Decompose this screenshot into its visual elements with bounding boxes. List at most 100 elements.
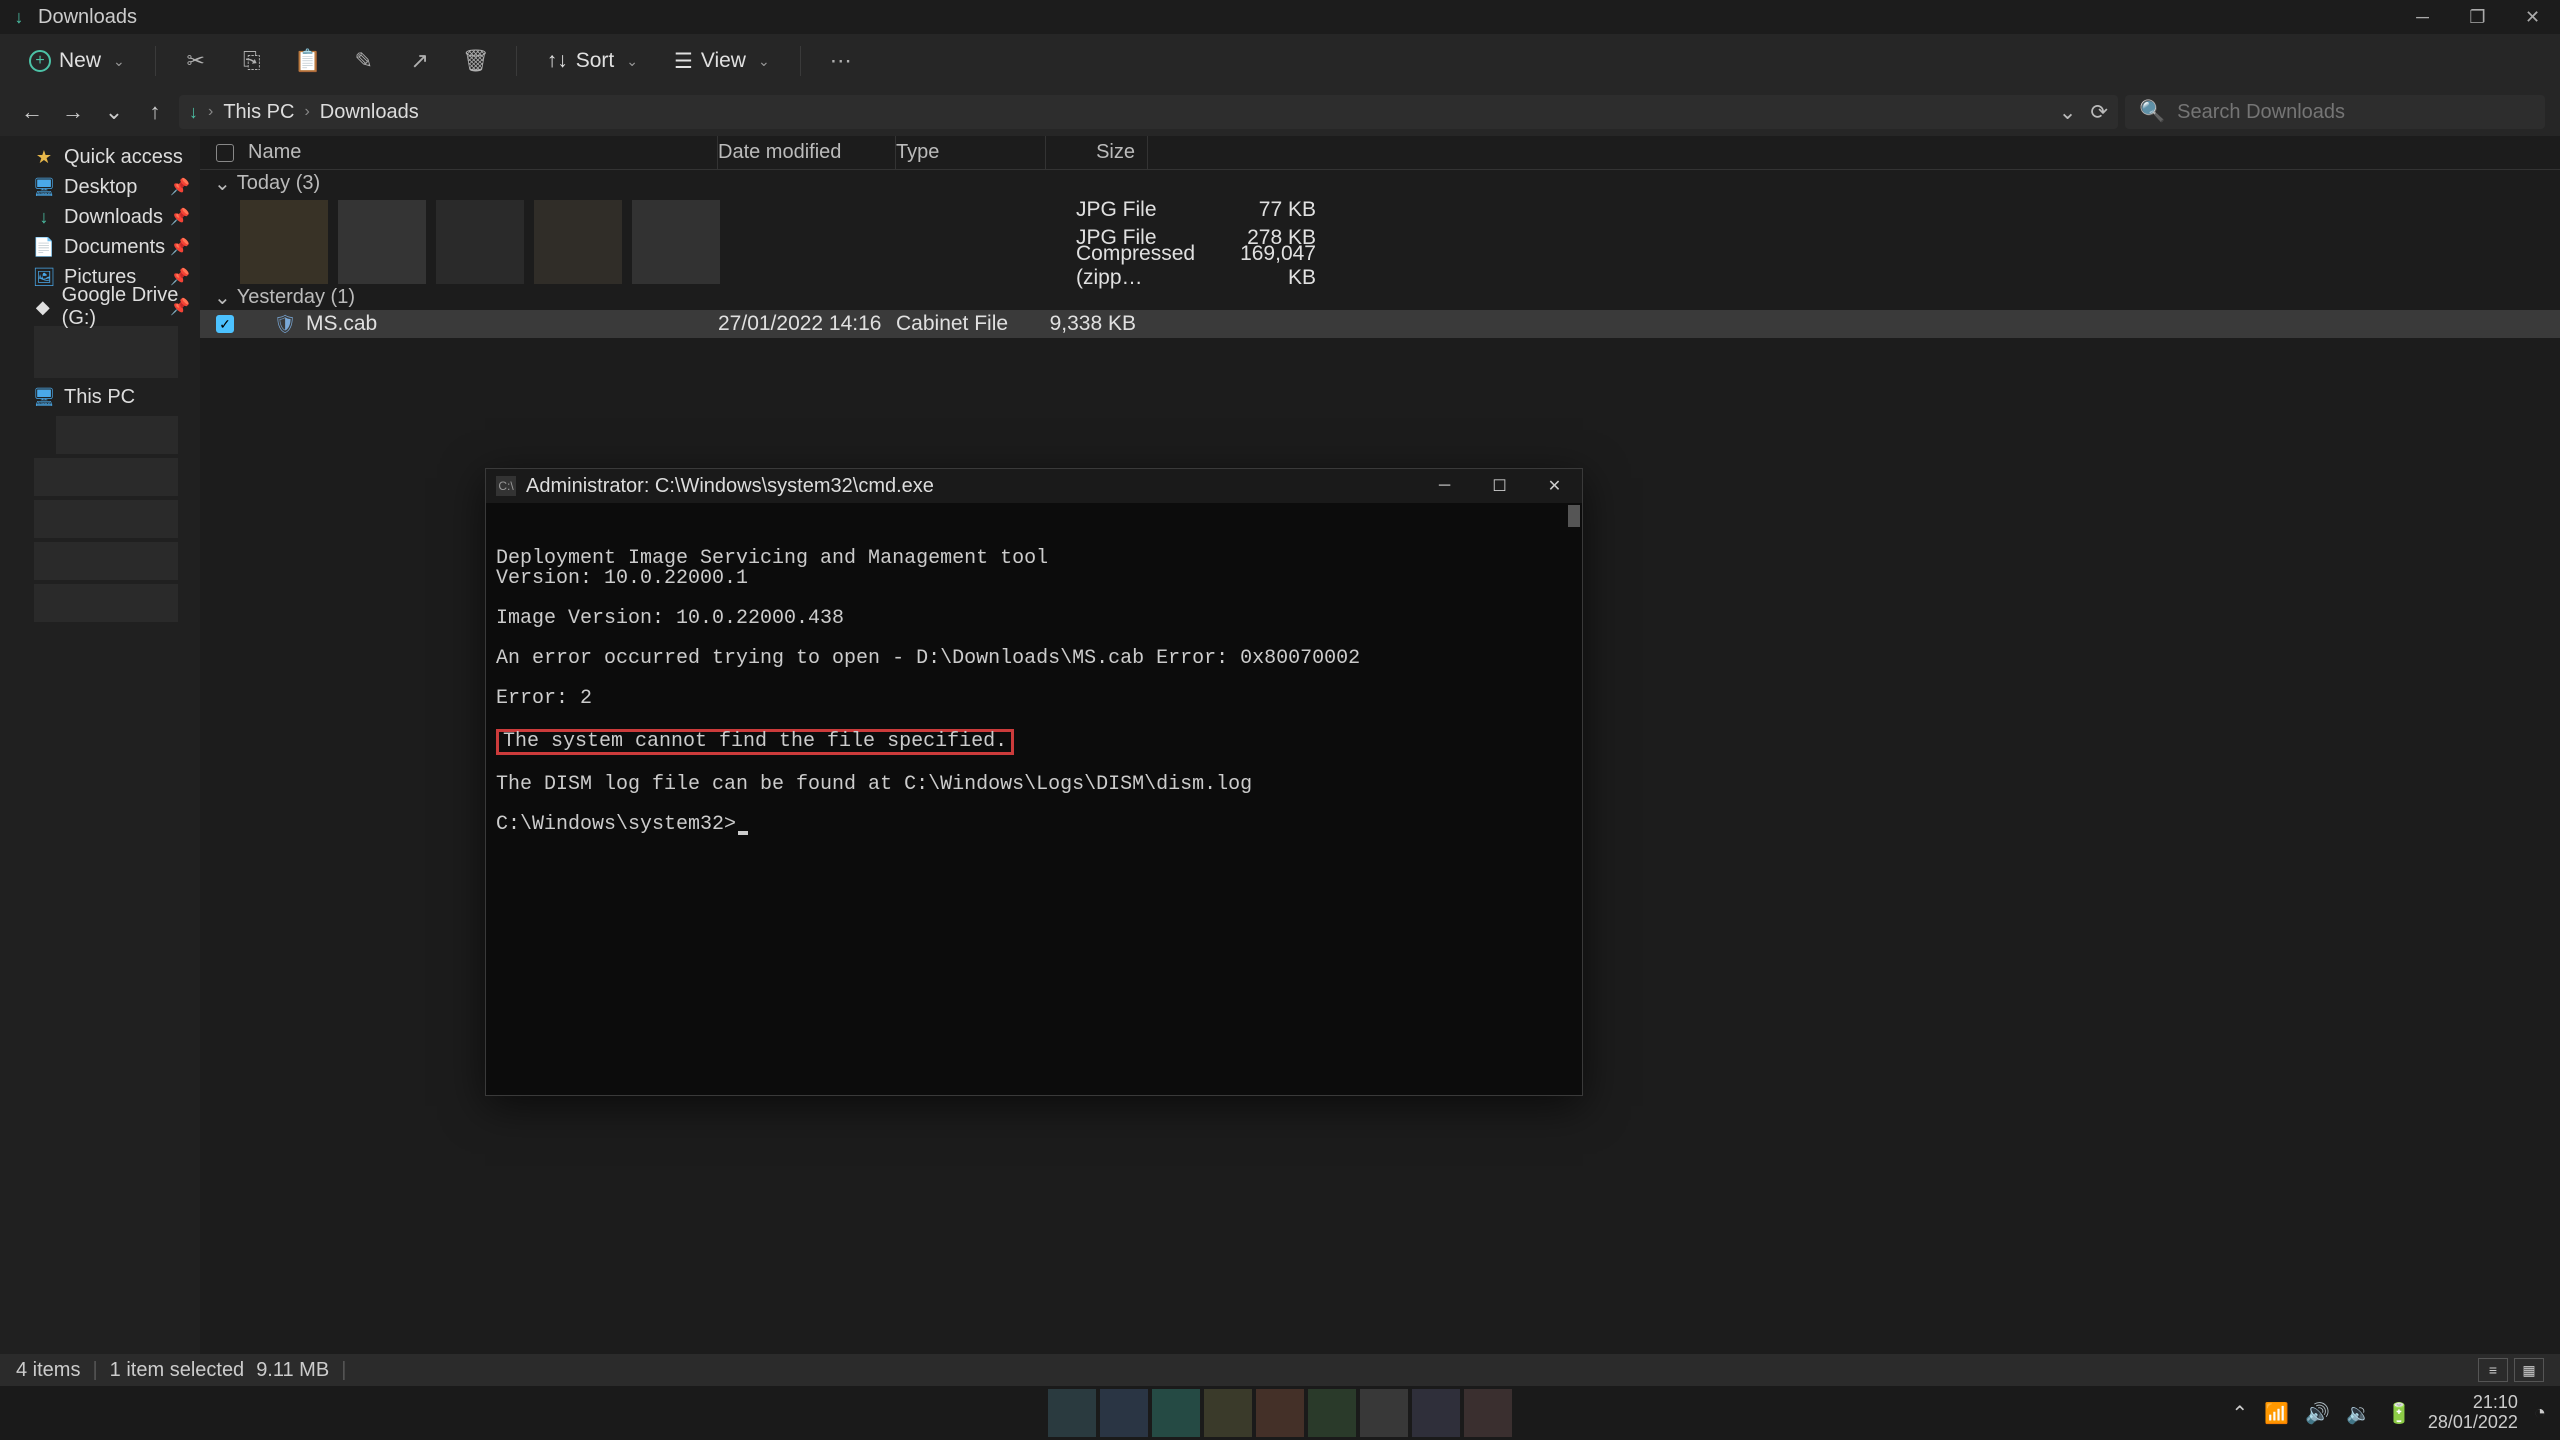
cmd-close-button[interactable]: ✕ [1527, 469, 1582, 503]
breadcrumb[interactable]: ↓ › This PC › Downloads ⌄ ⟳ [179, 95, 2118, 129]
cmd-scrollbar[interactable] [1568, 505, 1580, 527]
chevron-right-icon: › [208, 103, 213, 121]
cmd-output[interactable]: Deployment Image Servicing and Managemen… [486, 503, 1582, 1095]
pc-icon: 🖥 [34, 387, 54, 408]
select-all-checkbox[interactable] [216, 144, 234, 162]
column-name[interactable]: Name [240, 136, 718, 169]
sidebar-redacted [34, 542, 178, 580]
details-view-toggle[interactable]: ≡ [2478, 1358, 2508, 1382]
window-title: Downloads [38, 6, 137, 29]
taskbar-app[interactable] [1204, 1389, 1252, 1437]
refresh-button[interactable]: ⟳ [2090, 100, 2108, 125]
plus-icon: + [29, 50, 51, 72]
notifications-icon[interactable]: ◔ [2534, 1402, 2546, 1425]
chevron-down-icon: ⌄ [626, 53, 638, 70]
group-yesterday[interactable]: ⌄ Yesterday (1) [200, 284, 2560, 310]
separator [800, 46, 801, 76]
search-icon: 🔍 [2139, 100, 2165, 124]
sidebar-redacted [34, 458, 178, 496]
paste-button[interactable]: 📋 [284, 42, 332, 80]
share-button[interactable]: ↗ [396, 42, 444, 80]
column-date[interactable]: Date modified [718, 136, 896, 169]
view-button[interactable]: ☰ View ⌄ [660, 42, 784, 80]
maximize-button[interactable]: ❐ [2450, 0, 2505, 34]
taskbar-app[interactable] [1048, 1389, 1096, 1437]
sidebar-item-google-drive[interactable]: ◆ Google Drive (G:) 📌 [0, 292, 200, 322]
battery-icon[interactable]: 🔋 [2387, 1401, 2412, 1426]
status-bar: 4 items | 1 item selected 9.11 MB | ≡ ▦ [0, 1354, 2560, 1386]
documents-icon: 📄 [34, 237, 54, 258]
file-row-ms-cab[interactable]: ✓ 🛡 MS.cab 27/01/2022 14:16 Cabinet File… [200, 310, 2560, 338]
breadcrumb-this-pc[interactable]: This PC [223, 101, 294, 124]
cmd-maximize-button[interactable]: ☐ [1472, 469, 1527, 503]
wifi-icon[interactable]: 📶 [2264, 1401, 2289, 1426]
taskbar-app[interactable] [1152, 1389, 1200, 1437]
sort-icon: ↑↓ [547, 49, 568, 73]
copy-button[interactable]: ⎘ [228, 42, 276, 80]
sidebar-item-documents[interactable]: 📄 Documents 📌 [0, 232, 200, 262]
taskbar-app[interactable] [1100, 1389, 1148, 1437]
volume-icon[interactable]: 🔊 [2305, 1401, 2330, 1426]
cut-button[interactable]: ✂ [172, 42, 220, 80]
sort-label: Sort [576, 49, 615, 73]
new-label: New [59, 49, 101, 73]
chevron-down-icon: ⌄ [214, 171, 231, 196]
search-input[interactable] [2177, 101, 2531, 124]
cmd-title: Administrator: C:\Windows\system32\cmd.e… [526, 475, 934, 498]
file-checkbox[interactable]: ✓ [216, 315, 234, 333]
status-size: 9.11 MB [256, 1359, 329, 1382]
chevron-down-icon: ⌄ [758, 53, 770, 70]
sidebar-item-this-pc[interactable]: 🖥 This PC [0, 382, 200, 412]
up-button[interactable]: ↑ [138, 95, 172, 129]
view-label: View [701, 49, 746, 73]
file-row[interactable]: Compressed (zipp… 169,047 KB [898, 252, 1338, 280]
search-box[interactable]: 🔍 [2125, 95, 2545, 129]
recent-button[interactable]: ⌄ [97, 95, 131, 129]
sort-button[interactable]: ↑↓ Sort ⌄ [533, 42, 652, 80]
cmd-window: C:\ Administrator: C:\Windows\system32\c… [485, 468, 1583, 1096]
pin-icon: 📌 [170, 207, 190, 227]
pin-icon: 📌 [170, 297, 190, 317]
delete-button[interactable]: 🗑 [452, 42, 500, 80]
group-today[interactable]: ⌄ Today (3) [200, 170, 2560, 196]
close-button[interactable]: ✕ [2505, 0, 2560, 34]
navigation-sidebar: ★ Quick access 🖥 Desktop 📌 ↓ Downloads 📌… [0, 136, 200, 1354]
cmd-minimize-button[interactable]: ─ [1417, 469, 1472, 503]
sidebar-item-desktop[interactable]: 🖥 Desktop 📌 [0, 172, 200, 202]
redacted-thumbnails [200, 196, 898, 284]
clock[interactable]: 21:10 28/01/2022 [2428, 1393, 2518, 1433]
taskbar-app[interactable] [1464, 1389, 1512, 1437]
new-button[interactable]: + New ⌄ [15, 42, 139, 80]
thumbnails-view-toggle[interactable]: ▦ [2514, 1358, 2544, 1382]
separator [155, 46, 156, 76]
breadcrumb-downloads[interactable]: Downloads [320, 101, 419, 124]
taskbar-app[interactable] [1360, 1389, 1408, 1437]
sidebar-redacted [34, 500, 178, 538]
chevron-right-icon: › [304, 103, 309, 121]
sidebar-redacted [34, 584, 178, 622]
status-selected: 1 item selected [110, 1359, 245, 1382]
column-size[interactable]: Size [1046, 136, 1148, 169]
sidebar-item-downloads[interactable]: ↓ Downloads 📌 [0, 202, 200, 232]
cabinet-file-icon: 🛡 [274, 314, 296, 335]
column-type[interactable]: Type [896, 136, 1046, 169]
pin-icon: 📌 [170, 177, 190, 197]
pictures-icon: 🖼 [34, 267, 54, 288]
taskbar-app[interactable] [1308, 1389, 1356, 1437]
more-button[interactable]: ⋯ [817, 42, 865, 80]
rename-button[interactable]: ✎ [340, 42, 388, 80]
clock-date: 28/01/2022 [2428, 1413, 2518, 1433]
taskbar-app[interactable] [1256, 1389, 1304, 1437]
cmd-titlebar[interactable]: C:\ Administrator: C:\Windows\system32\c… [486, 469, 1582, 503]
taskbar-app[interactable] [1412, 1389, 1460, 1437]
sidebar-item-quick-access[interactable]: ★ Quick access [0, 142, 200, 172]
error-highlight: The system cannot find the file specifie… [496, 729, 1014, 755]
forward-button[interactable]: → [56, 95, 90, 129]
file-row[interactable]: JPG File 77 KB [898, 196, 1338, 224]
volume-icon-2[interactable]: 🔉 [2346, 1401, 2371, 1426]
tray-overflow-icon[interactable]: ⌃ [2231, 1401, 2248, 1426]
back-button[interactable]: ← [15, 95, 49, 129]
drive-icon: ◆ [34, 297, 52, 318]
minimize-button[interactable]: ─ [2395, 0, 2450, 34]
breadcrumb-dropdown-icon[interactable]: ⌄ [2059, 100, 2077, 125]
